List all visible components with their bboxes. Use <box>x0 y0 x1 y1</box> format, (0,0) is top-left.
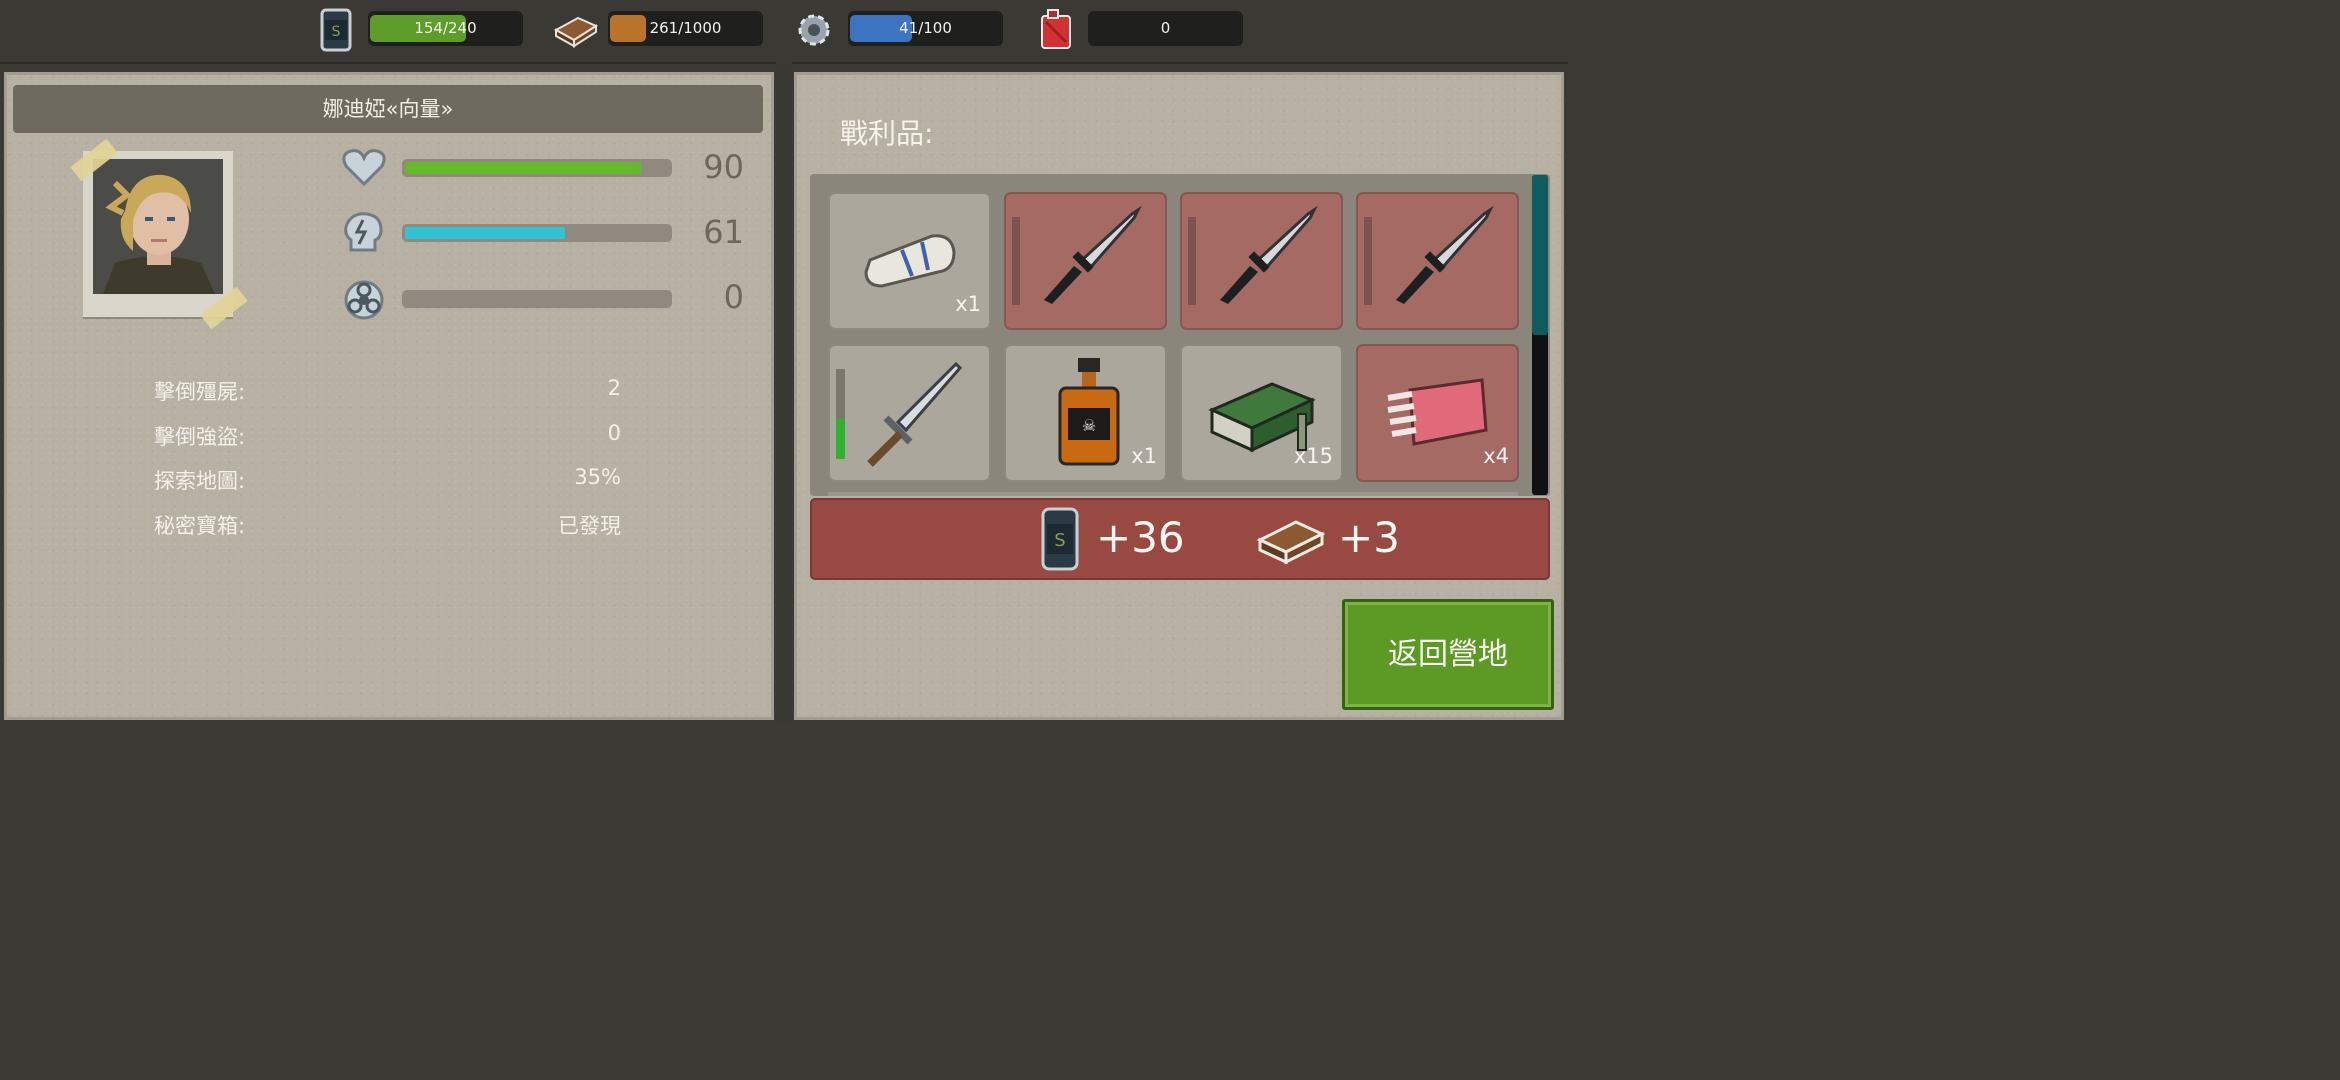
health-bar-fill <box>405 162 641 174</box>
return-to-camp-button[interactable]: 返回營地 <box>1342 599 1554 710</box>
health-value: 90 <box>703 148 744 186</box>
zombies-killed-value: 2 <box>607 376 621 400</box>
svg-text:S: S <box>332 24 341 40</box>
panel-divider <box>776 62 792 724</box>
loot-scrollbar[interactable] <box>1532 175 1548 495</box>
sword-icon <box>867 361 963 467</box>
loot-slot[interactable]: x15 <box>1180 344 1343 482</box>
health-bar <box>402 159 672 177</box>
combat-knife-icon <box>1220 206 1318 304</box>
loot-slot[interactable]: x1 <box>828 192 991 330</box>
parts-meter: 41/100 <box>848 11 1003 46</box>
fuel-meter: 0 <box>1088 11 1243 46</box>
fuel-meter-text: 0 <box>1160 19 1171 37</box>
health-heart-icon <box>341 147 387 191</box>
zombies-killed-label: 擊倒殭屍: <box>154 380 246 404</box>
loot-slot[interactable] <box>1004 192 1167 330</box>
durability-bar-fill <box>836 418 845 459</box>
combat-knife-icon <box>1396 206 1494 304</box>
svg-text:☠: ☠ <box>1082 416 1096 435</box>
food-meter: 154/240 <box>368 11 523 46</box>
durability-bar <box>1012 217 1020 305</box>
infection-bar <box>402 290 672 308</box>
durability-bar <box>1364 217 1372 305</box>
biohazard-icon <box>341 278 387 324</box>
item-count: x4 <box>1483 444 1509 468</box>
avatar <box>93 159 223 294</box>
energy-bar <box>402 224 672 242</box>
energy-bar-fill <box>405 227 565 239</box>
food-reward: +36 <box>1096 513 1185 562</box>
parts-meter-text: 41/100 <box>899 19 952 37</box>
combat-knife-icon <box>1044 206 1142 304</box>
energy-head-icon <box>341 210 387 258</box>
secret-chest-label: 秘密寶箱: <box>154 514 246 538</box>
character-portrait <box>70 138 248 330</box>
wood-reward: +3 <box>1338 513 1400 562</box>
wood-meter: 261/1000 <box>608 11 763 46</box>
fuel-can-icon <box>1038 8 1074 54</box>
character-name: 娜迪婭«向量» <box>13 85 763 133</box>
durability-bar <box>1188 217 1196 305</box>
loot-slot[interactable]: x4 <box>1356 344 1519 482</box>
durability-bar <box>836 369 845 459</box>
wood-plank-icon <box>1256 516 1326 570</box>
loot-grid[interactable]: x1 ☠ x1 x15 x4 <box>810 174 1550 496</box>
svg-text:S: S <box>1054 530 1065 551</box>
resource-bar: S 154/240 261/1000 41/100 0 <box>0 0 1568 64</box>
loot-slot[interactable] <box>828 344 991 482</box>
loot-slot-partial <box>828 492 1518 496</box>
loot-slot[interactable] <box>1180 192 1343 330</box>
energy-value: 61 <box>703 213 744 251</box>
loot-slot[interactable]: ☠ x1 <box>1004 344 1167 482</box>
item-count: x1 <box>1131 444 1157 468</box>
bandits-killed-label: 擊倒強盜: <box>154 425 246 449</box>
canned-food-icon: S <box>320 8 352 56</box>
character-panel: 娜迪婭«向量» 90 61 0 擊倒殭屍: 2 擊倒強盜: 0 探索地圖: 35… <box>4 72 774 720</box>
whiskey-bottle-icon: ☠ <box>1058 358 1120 466</box>
wood-meter-text: 261/1000 <box>649 19 722 37</box>
secret-chest-value: 已發現 <box>558 514 621 538</box>
map-explored-value: 35% <box>574 465 621 489</box>
loot-scrollbar-thumb[interactable] <box>1532 175 1548 335</box>
gear-icon <box>794 10 834 54</box>
reward-summary: S +36 +3 <box>810 498 1550 580</box>
item-count: x1 <box>955 292 981 316</box>
loot-slot[interactable] <box>1356 192 1519 330</box>
infection-value: 0 <box>723 278 744 316</box>
raw-meat-icon <box>1387 378 1488 446</box>
food-meter-text: 154/240 <box>414 19 477 37</box>
loot-panel: 戰利品: x1 ☠ x1 x15 x4 S +36 +3 返回營地 <box>794 72 1564 720</box>
item-count: x15 <box>1293 444 1333 468</box>
map-explored-label: 探索地圖: <box>154 469 246 493</box>
bandits-killed-value: 0 <box>607 421 621 445</box>
wood-plank-icon <box>552 14 599 52</box>
loot-title: 戰利品: <box>840 117 934 150</box>
canned-food-icon: S <box>1040 506 1080 576</box>
bandage-roll-icon <box>864 234 956 288</box>
